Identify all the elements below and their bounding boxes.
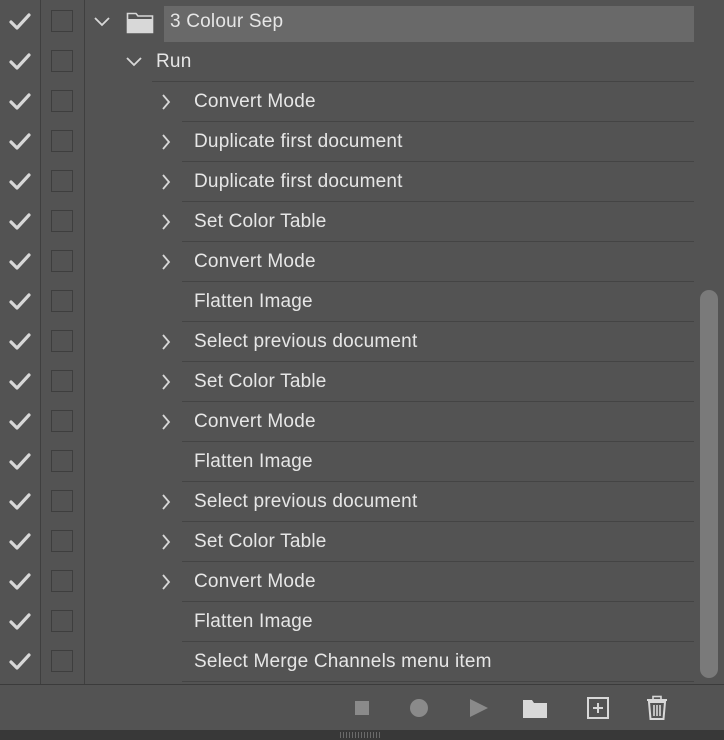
stop-button[interactable]	[349, 695, 375, 721]
action-label: 3 Colour Sep	[170, 11, 284, 32]
actions-toolbar	[0, 684, 724, 731]
chevron-right-icon[interactable]	[158, 94, 174, 110]
dialog-toggle[interactable]	[51, 90, 73, 112]
action-row[interactable]: Set Color Table	[0, 362, 724, 402]
dialog-toggle[interactable]	[51, 530, 73, 552]
checkmark-icon[interactable]	[9, 453, 31, 471]
action-row[interactable]: Convert Mode	[0, 242, 724, 282]
action-row[interactable]: Flatten Image	[0, 442, 724, 482]
chevron-right-icon[interactable]	[158, 534, 174, 550]
new-action-button[interactable]	[585, 695, 611, 721]
action-label: Flatten Image	[194, 291, 313, 312]
action-label: Select previous document	[194, 491, 418, 512]
action-row[interactable]: Set Color Table	[0, 202, 724, 242]
chevron-right-icon[interactable]	[158, 574, 174, 590]
resize-grip[interactable]	[340, 732, 382, 738]
new-set-button[interactable]	[521, 695, 547, 721]
checkmark-icon[interactable]	[9, 653, 31, 671]
record-button[interactable]	[406, 695, 432, 721]
checkmark-icon[interactable]	[9, 173, 31, 191]
chevron-right-icon[interactable]	[158, 334, 174, 350]
action-label: Set Color Table	[194, 371, 327, 392]
delete-button[interactable]	[644, 695, 670, 721]
folder-icon	[126, 12, 154, 34]
checkmark-icon[interactable]	[9, 53, 31, 71]
dialog-toggle[interactable]	[51, 50, 73, 72]
action-row[interactable]: Flatten Image	[0, 602, 724, 642]
trash-icon	[647, 695, 667, 720]
action-label: Flatten Image	[194, 611, 313, 632]
dialog-toggle[interactable]	[51, 610, 73, 632]
action-row[interactable]: Run	[0, 42, 724, 82]
dialog-toggle[interactable]	[51, 330, 73, 352]
action-row[interactable]: Convert Mode	[0, 82, 724, 122]
action-row[interactable]: Set Color Table	[0, 522, 724, 562]
dialog-toggle[interactable]	[51, 450, 73, 472]
action-label: Select Merge Channels menu item	[194, 651, 492, 672]
scrollbar-thumb[interactable]	[700, 290, 718, 678]
chevron-right-icon[interactable]	[158, 494, 174, 510]
checkmark-icon[interactable]	[9, 573, 31, 591]
chevron-right-icon[interactable]	[158, 254, 174, 270]
dialog-toggle[interactable]	[51, 650, 73, 672]
checkmark-icon[interactable]	[9, 533, 31, 551]
dialog-toggle[interactable]	[51, 290, 73, 312]
folder-icon	[523, 700, 547, 718]
action-label: Run	[156, 51, 192, 72]
play-button[interactable]	[465, 695, 491, 721]
action-label: Flatten Image	[194, 451, 313, 472]
chevron-right-icon[interactable]	[158, 134, 174, 150]
action-label: Set Color Table	[194, 531, 327, 552]
chevron-down-icon[interactable]	[126, 54, 142, 70]
action-row[interactable]: Select Merge Channels menu item	[0, 642, 724, 682]
checkmark-icon[interactable]	[9, 93, 31, 111]
dialog-toggle[interactable]	[51, 170, 73, 192]
chevron-right-icon[interactable]	[158, 214, 174, 230]
dialog-toggle[interactable]	[51, 570, 73, 592]
checkmark-icon[interactable]	[9, 133, 31, 151]
actions-list: 3 Colour Sep Run Convert Mode Duplicate fir…	[0, 0, 724, 684]
checkmark-icon[interactable]	[9, 253, 31, 271]
record-icon	[410, 699, 428, 717]
action-row[interactable]: Select previous document	[0, 482, 724, 522]
action-label: Duplicate first document	[194, 131, 403, 152]
action-label: Select previous document	[194, 331, 418, 352]
dialog-toggle[interactable]	[51, 210, 73, 232]
action-row[interactable]: Select previous document	[0, 322, 724, 362]
dialog-toggle[interactable]	[51, 10, 73, 32]
action-row[interactable]: Flatten Image	[0, 282, 724, 322]
action-label: Convert Mode	[194, 411, 316, 432]
action-label: Duplicate first document	[194, 171, 403, 192]
checkmark-icon[interactable]	[9, 13, 31, 31]
action-label: Convert Mode	[194, 91, 316, 112]
chevron-right-icon[interactable]	[158, 374, 174, 390]
checkmark-icon[interactable]	[9, 333, 31, 351]
checkmark-icon[interactable]	[9, 213, 31, 231]
action-row-background	[152, 42, 694, 82]
chevron-right-icon[interactable]	[158, 414, 174, 430]
action-row[interactable]: Convert Mode	[0, 562, 724, 602]
chevron-right-icon[interactable]	[158, 174, 174, 190]
checkmark-icon[interactable]	[9, 413, 31, 431]
dialog-toggle[interactable]	[51, 490, 73, 512]
checkmark-icon[interactable]	[9, 613, 31, 631]
dialog-toggle[interactable]	[51, 250, 73, 272]
stop-icon	[355, 701, 369, 715]
action-row[interactable]: Duplicate first document	[0, 162, 724, 202]
action-label: Convert Mode	[194, 571, 316, 592]
chevron-down-icon[interactable]	[94, 14, 110, 30]
play-icon	[470, 699, 488, 717]
action-label: Set Color Table	[194, 211, 327, 232]
action-row[interactable]: Duplicate first document	[0, 122, 724, 162]
action-row[interactable]: Convert Mode	[0, 402, 724, 442]
new-item-icon	[587, 697, 609, 719]
checkmark-icon[interactable]	[9, 493, 31, 511]
checkmark-icon[interactable]	[9, 293, 31, 311]
checkmark-icon[interactable]	[9, 373, 31, 391]
action-row[interactable]: 3 Colour Sep	[0, 2, 724, 42]
dialog-toggle[interactable]	[51, 410, 73, 432]
dialog-toggle[interactable]	[51, 370, 73, 392]
dialog-toggle[interactable]	[51, 130, 73, 152]
action-label: Convert Mode	[194, 251, 316, 272]
